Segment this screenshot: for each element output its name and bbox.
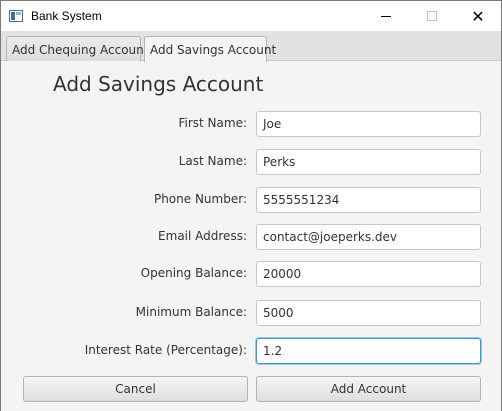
email-address-label: Email Address: [158, 229, 247, 243]
minimize-button[interactable] [363, 1, 409, 31]
first-name-input[interactable]: Joe [256, 111, 481, 137]
title-bar[interactable]: Bank System ✕ [1, 1, 501, 31]
opening-balance-row: Opening Balance: 20000 [1, 261, 501, 287]
maximize-icon [427, 11, 437, 21]
interest-rate-input[interactable]: 1.2 [256, 338, 481, 364]
window-title: Bank System [31, 9, 102, 23]
tab-label: Add Savings Account [150, 42, 277, 57]
close-button[interactable]: ✕ [455, 1, 501, 31]
tab-label: Add Chequing Account [12, 42, 149, 57]
first-name-row: First Name: Joe [1, 111, 501, 137]
tab-add-chequing-account[interactable]: Add Chequing Account [6, 36, 148, 62]
close-icon: ✕ [471, 6, 485, 26]
add-account-button[interactable]: Add Account [256, 376, 481, 402]
opening-balance-label: Opening Balance: [140, 266, 247, 280]
phone-number-row: Phone Number: 5555551234 [1, 187, 501, 213]
interest-rate-row: Interest Rate (Percentage): 1.2 [1, 338, 501, 364]
cancel-button[interactable]: Cancel [23, 376, 248, 402]
phone-number-label: Phone Number: [153, 192, 247, 206]
email-address-input[interactable]: contact@joeperks.dev [256, 224, 481, 250]
minimum-balance-label: Minimum Balance: [135, 305, 247, 319]
minimum-balance-row: Minimum Balance: 5000 [1, 300, 501, 326]
minimum-balance-input[interactable]: 5000 [256, 300, 481, 326]
app-icon [9, 10, 23, 22]
last-name-row: Last Name: Perks [1, 149, 501, 175]
tab-add-savings-account[interactable]: Add Savings Account [144, 36, 276, 62]
first-name-label: First Name: [178, 116, 247, 130]
last-name-label: Last Name: [178, 154, 247, 168]
opening-balance-input[interactable]: 20000 [256, 261, 481, 287]
phone-number-input[interactable]: 5555551234 [256, 187, 481, 213]
form-heading: Add Savings Account [53, 72, 264, 96]
savings-account-form: Add Savings Account First Name: Joe Last… [1, 61, 501, 411]
minimize-icon [381, 15, 391, 17]
window-controls: ✕ [363, 1, 501, 31]
maximize-button [409, 1, 455, 31]
email-address-row: Email Address: contact@joeperks.dev [1, 224, 501, 250]
app-window: Bank System ✕ Add Chequing Account Add S… [0, 0, 502, 411]
last-name-input[interactable]: Perks [256, 149, 481, 175]
tab-bar: Add Chequing Account Add Savings Account [1, 31, 501, 62]
interest-rate-label: Interest Rate (Percentage): [84, 343, 247, 357]
